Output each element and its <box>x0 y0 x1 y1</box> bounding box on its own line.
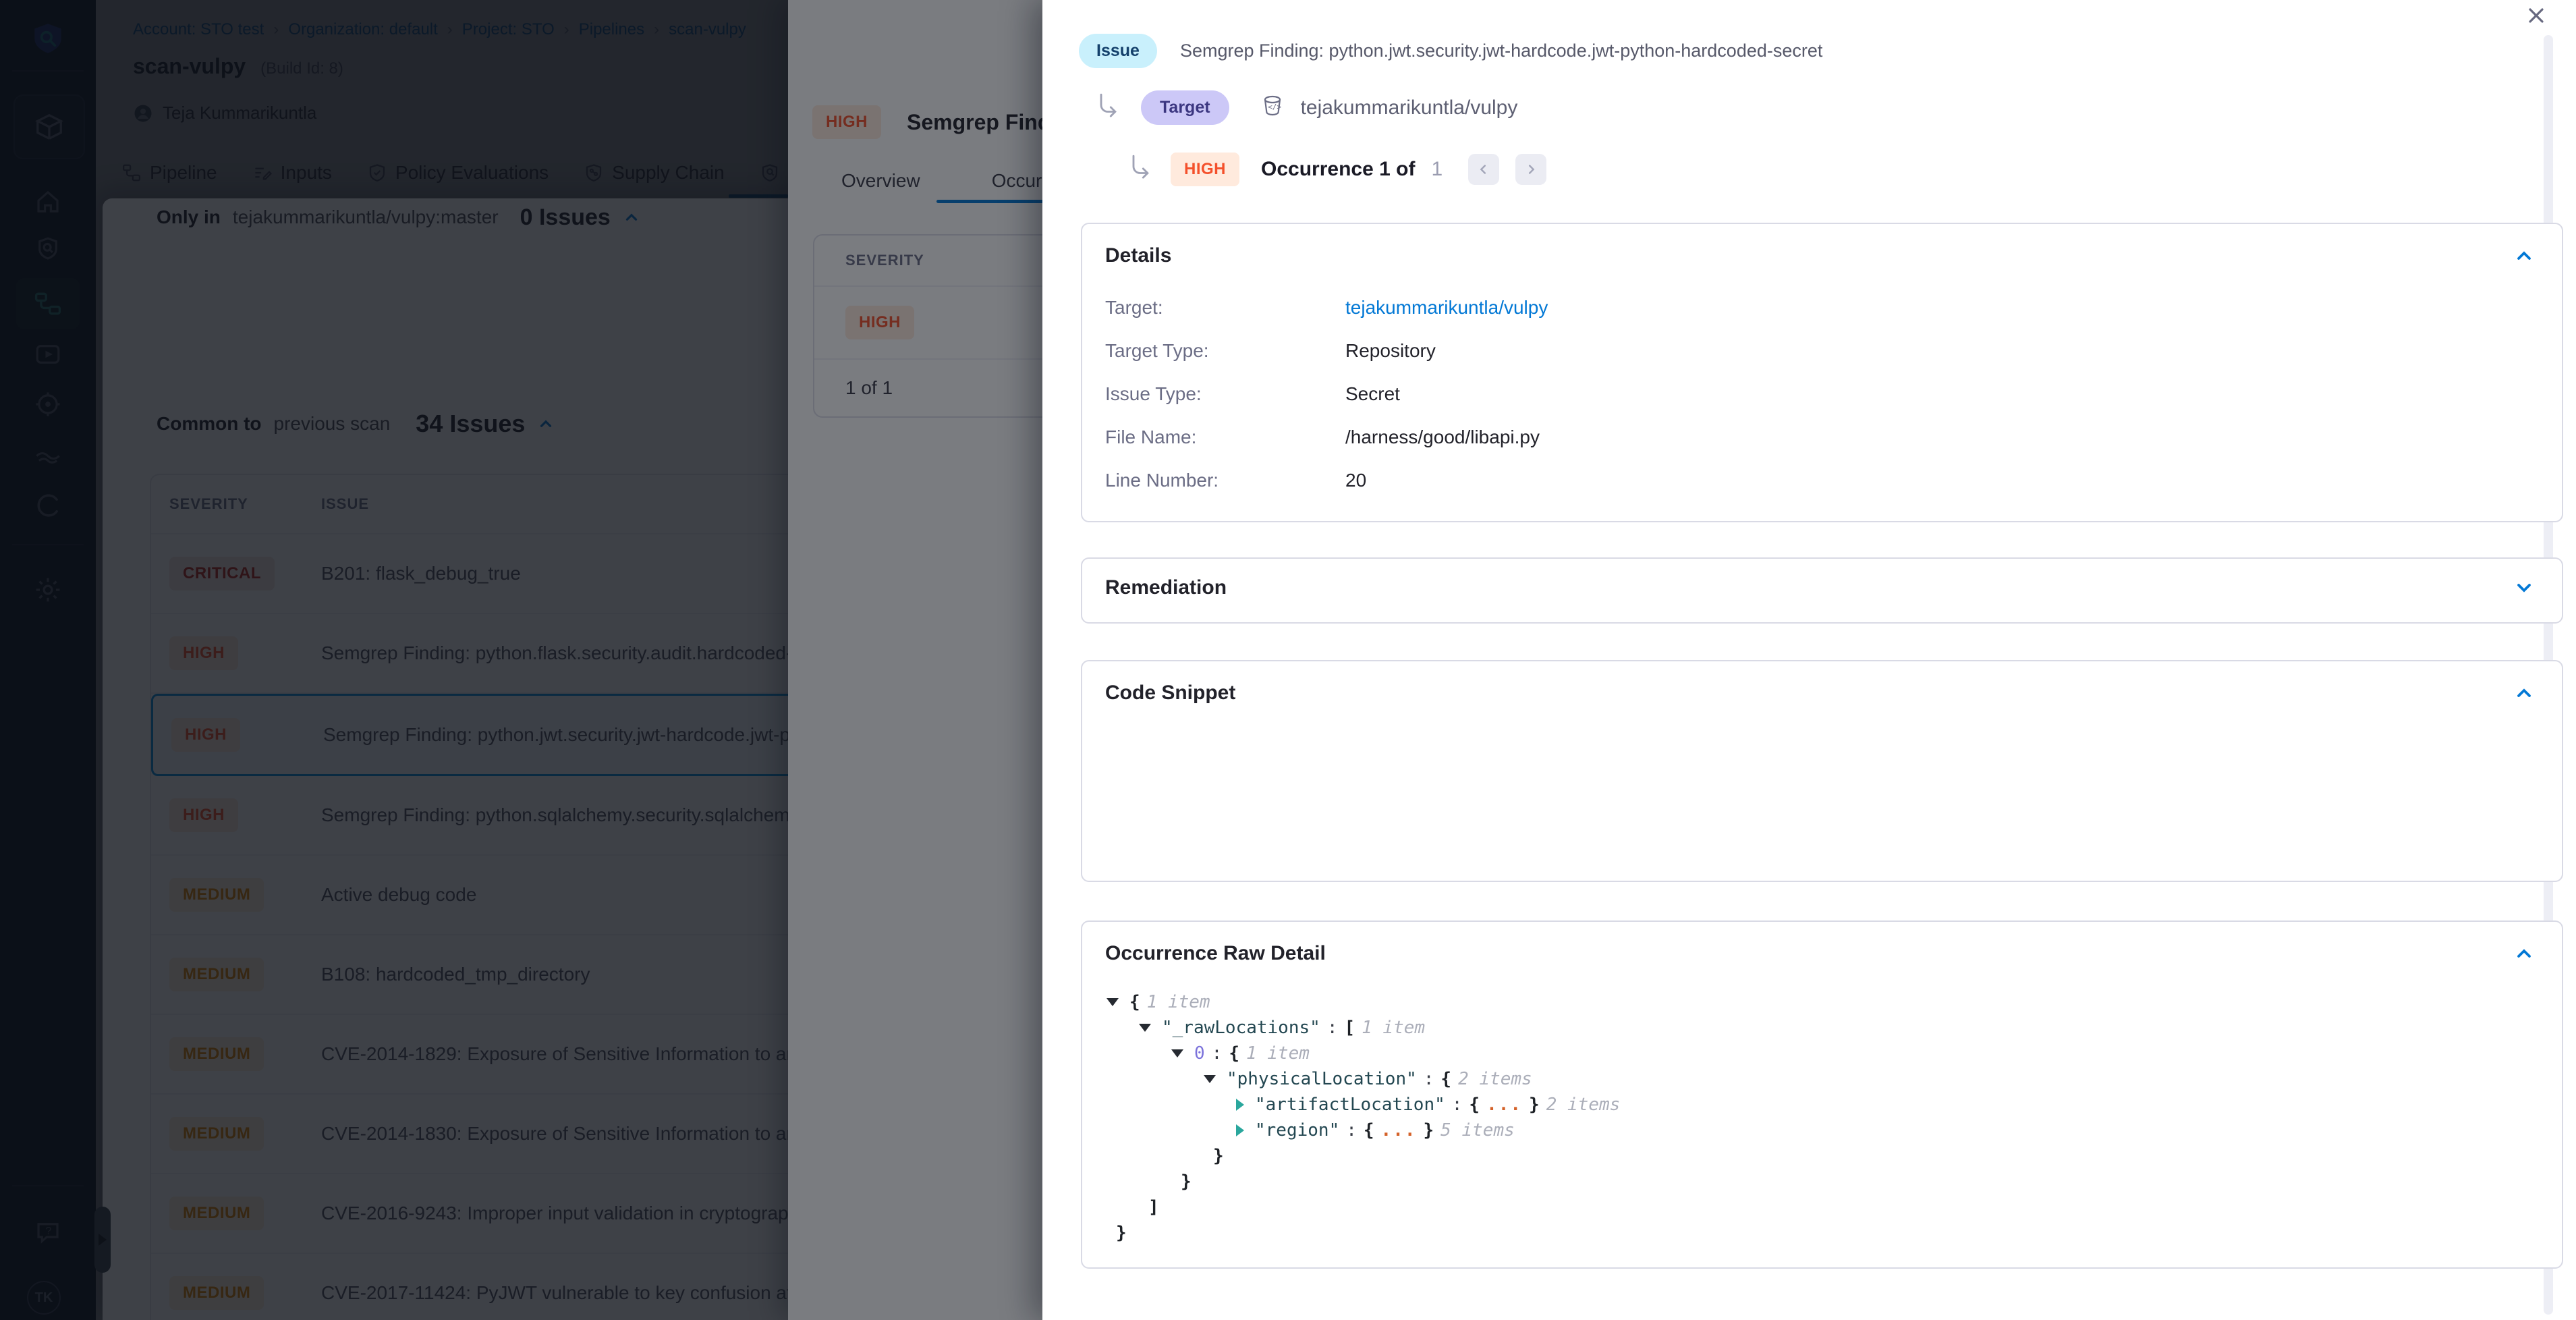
tree-close-bracket: } <box>1424 1120 1434 1140</box>
detail-label: Line Number: <box>1105 470 1345 491</box>
details-row: Line Number: 20 <box>1105 459 2535 502</box>
detail-label: Target: <box>1105 297 1345 319</box>
code-snippet-card: Code Snippet <box>1081 660 2563 882</box>
tree-closer: } <box>1213 1146 1224 1166</box>
tree-item-count: 5 items <box>1440 1120 1515 1140</box>
target-name: tejakummarikuntla/vulpy <box>1301 97 1518 119</box>
tree-open-bracket: { <box>1129 992 1140 1012</box>
detail-value[interactable]: tejakummarikuntla/vulpy <box>1345 297 1548 319</box>
tree-toggle-icon[interactable] <box>1236 1099 1244 1111</box>
tree-colon: : <box>1212 1043 1223 1064</box>
json-tree-row[interactable]: ] <box>1107 1194 1620 1220</box>
json-tree-row[interactable]: { 1 item <box>1107 989 1620 1015</box>
occurrence-total: 1 <box>1431 158 1443 181</box>
close-icon <box>2526 5 2546 26</box>
previous-occurrence-button[interactable] <box>1468 154 1499 185</box>
tree-colon: : <box>1424 1069 1434 1089</box>
collapse-section-chevron-icon[interactable] <box>2513 943 2535 964</box>
detail-value[interactable]: Repository <box>1345 340 1436 362</box>
tree-closer: ] <box>1148 1197 1159 1217</box>
chevron-right-icon <box>1523 162 1538 177</box>
occurrence-detail-drawer: Issue Semgrep Finding: python.jwt.securi… <box>1042 0 2576 1320</box>
chevron-left-icon <box>1476 162 1491 177</box>
tree-toggle-icon[interactable] <box>1204 1075 1216 1083</box>
tree-open-bracket: { <box>1364 1120 1374 1140</box>
elbow-arrow-icon <box>1095 93 1122 123</box>
tree-open-bracket: { <box>1229 1043 1239 1064</box>
json-tree-row[interactable]: } <box>1107 1169 1620 1194</box>
details-row: Target: tejakummarikuntla/vulpy <box>1105 286 2535 329</box>
json-tree-row[interactable]: } <box>1107 1143 1620 1169</box>
next-occurrence-button[interactable] <box>1515 154 1546 185</box>
tree-open-bracket: [ <box>1344 1018 1355 1038</box>
elbow-arrow-icon <box>1127 155 1154 184</box>
target-header-row: Target </> tejakummarikuntla/vulpy <box>1095 90 1517 125</box>
tree-colon: : <box>1346 1120 1357 1140</box>
detail-label: Issue Type: <box>1105 383 1345 405</box>
screen: Account: STO test›Organization: default›… <box>0 0 2576 1320</box>
json-tree-row[interactable]: } <box>1107 1220 1620 1246</box>
detail-value[interactable]: 20 <box>1345 470 1366 491</box>
details-heading: Details <box>1105 244 1171 267</box>
tree-key: "region" <box>1255 1120 1339 1140</box>
tree-toggle-icon[interactable] <box>1236 1124 1244 1136</box>
tree-item-count: 1 item <box>1362 1018 1425 1038</box>
collapse-section-chevron-icon[interactable] <box>2513 245 2535 267</box>
json-tree-row[interactable]: "_rawLocations" : [ 1 item <box>1107 1015 1620 1041</box>
json-tree-row[interactable]: "artifactLocation" : { ... } 2 items <box>1107 1092 1620 1118</box>
tree-closer: } <box>1181 1172 1192 1192</box>
collapse-section-chevron-icon[interactable] <box>2513 682 2535 704</box>
tree-item-count: 1 item <box>1246 1043 1310 1064</box>
json-tree-row[interactable]: "physicalLocation" : { 2 items <box>1107 1066 1620 1092</box>
tree-toggle-icon[interactable] <box>1107 998 1119 1006</box>
tree-open-bracket: { <box>1440 1069 1451 1089</box>
details-rows: Target: tejakummarikuntla/vulpy Target T… <box>1105 286 2535 502</box>
detail-value[interactable]: /harness/good/libapi.py <box>1345 427 1540 448</box>
tree-key: "artifactLocation" <box>1255 1095 1445 1115</box>
svg-text:</>: </> <box>1268 103 1281 111</box>
tree-colon: : <box>1452 1095 1463 1115</box>
close-button[interactable] <box>2525 4 2548 27</box>
tree-open-bracket: { <box>1469 1095 1480 1115</box>
details-card: Details Target: tejakummarikuntla/vulpy … <box>1081 223 2563 522</box>
tree-item-count: 2 items <box>1546 1095 1621 1115</box>
tree-key: "_rawLocations" <box>1162 1018 1320 1038</box>
tree-close-bracket: } <box>1529 1095 1540 1115</box>
json-tree-row[interactable]: "region" : { ... } 5 items <box>1107 1118 1620 1143</box>
details-row: File Name: /harness/good/libapi.py <box>1105 416 2535 459</box>
tree-closer: } <box>1116 1223 1127 1243</box>
severity-badge: HIGH <box>1171 153 1239 186</box>
tree-index: 0 <box>1194 1043 1205 1064</box>
detail-label: Target Type: <box>1105 340 1345 362</box>
code-block <box>1121 729 1206 796</box>
detail-value[interactable]: Secret <box>1345 383 1400 405</box>
remediation-heading: Remediation <box>1105 576 1227 599</box>
expand-section-chevron-icon[interactable] <box>2513 577 2535 599</box>
tree-item-count: 1 item <box>1147 992 1210 1012</box>
details-row: Issue Type: Secret <box>1105 373 2535 416</box>
code-snippet-heading: Code Snippet <box>1105 682 1235 705</box>
raw-detail-card: Occurrence Raw Detail { 1 item <box>1081 920 2563 1269</box>
tree-colon: : <box>1327 1018 1338 1038</box>
tree-collapsed-dots[interactable]: ... <box>1381 1120 1417 1140</box>
tree-key: "physicalLocation" <box>1227 1069 1417 1089</box>
occurrence-issue-title: Semgrep Finding: python.jwt.security.jwt… <box>1180 40 1822 61</box>
occurrence-label: Occurrence 1 of <box>1261 158 1415 181</box>
target-tag: Target <box>1141 90 1229 125</box>
issue-header-row: Issue Semgrep Finding: python.jwt.securi… <box>1079 34 1822 68</box>
tree-toggle-icon[interactable] <box>1171 1049 1183 1057</box>
tree-item-count: 2 items <box>1458 1069 1532 1089</box>
json-tree-row[interactable]: 0 : { 1 item <box>1107 1041 1620 1066</box>
details-row: Target Type: Repository <box>1105 329 2535 373</box>
tree-collapsed-dots[interactable]: ... <box>1486 1095 1522 1115</box>
tree-toggle-icon[interactable] <box>1139 1024 1151 1032</box>
detail-label: File Name: <box>1105 427 1345 448</box>
json-tree: { 1 item "_rawLocations" : [ 1 item <box>1107 989 1620 1246</box>
issue-tag: Issue <box>1079 34 1157 68</box>
repository-icon: </> <box>1259 94 1286 122</box>
occurrence-header-row: HIGH Occurrence 1 of 1 <box>1127 153 1546 186</box>
raw-detail-heading: Occurrence Raw Detail <box>1105 942 1326 965</box>
remediation-card: Remediation <box>1081 557 2563 624</box>
